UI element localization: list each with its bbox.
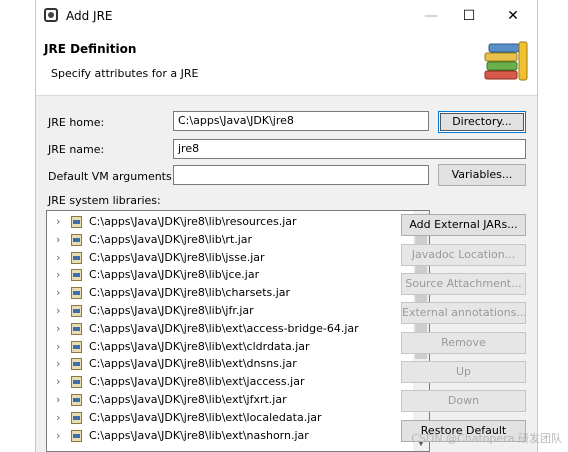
- library-item[interactable]: › C:\apps\Java\JDK\jre8\lib\rt.jar: [47, 231, 387, 249]
- jar-icon: [71, 251, 82, 264]
- javadoc-location-button[interactable]: Javadoc Location...: [401, 244, 526, 266]
- jar-icon: [71, 358, 82, 371]
- header-title: JRE Definition: [44, 42, 137, 56]
- library-path: C:\apps\Java\JDK\jre8\lib\jce.jar: [89, 268, 260, 282]
- jar-icon: [71, 233, 82, 246]
- jre-home-input[interactable]: C:\apps\Java\JDK\jre8: [173, 111, 429, 131]
- library-path: C:\apps\Java\JDK\jre8\lib\jsse.jar: [89, 250, 265, 264]
- title-bar: Add JRE — ☐ ✕: [36, 0, 537, 32]
- books-icon: [484, 41, 528, 81]
- maximize-button[interactable]: ☐: [454, 6, 484, 26]
- library-path: C:\apps\Java\JDK\jre8\lib\ext\access-bri…: [89, 321, 359, 335]
- expand-chevron-icon[interactable]: ›: [56, 391, 60, 409]
- library-item[interactable]: › C:\apps\Java\JDK\jre8\lib\jce.jar: [47, 266, 387, 284]
- up-button[interactable]: Up: [401, 361, 526, 383]
- expand-chevron-icon[interactable]: ›: [56, 266, 60, 284]
- expand-chevron-icon[interactable]: ›: [56, 320, 60, 338]
- library-path: C:\apps\Java\JDK\jre8\lib\ext\nashorn.ja…: [89, 428, 309, 442]
- library-path: C:\apps\Java\JDK\jre8\lib\charsets.jar: [89, 286, 291, 300]
- remove-button[interactable]: Remove: [401, 332, 526, 354]
- expand-chevron-icon[interactable]: ›: [56, 338, 60, 356]
- jar-icon: [71, 394, 82, 406]
- expand-chevron-icon[interactable]: ›: [56, 409, 60, 427]
- library-path: C:\apps\Java\JDK\jre8\lib\rt.jar: [89, 232, 253, 246]
- library-item[interactable]: › C:\apps\Java\JDK\jre8\lib\ext\jaccess.j…: [47, 373, 387, 391]
- expand-chevron-icon[interactable]: ›: [56, 302, 60, 320]
- expand-chevron-icon[interactable]: ›: [56, 284, 60, 302]
- jar-icon: [71, 376, 82, 389]
- jar-icon: [71, 305, 82, 317]
- library-path: C:\apps\Java\JDK\jre8\lib\resources.jar: [89, 215, 297, 228]
- jre-home-label: JRE home:: [48, 116, 105, 129]
- library-path: C:\apps\Java\JDK\jre8\lib\jfr.jar: [89, 304, 254, 317]
- library-path: C:\apps\Java\JDK\jre8\lib\ext\jaccess.ja…: [89, 375, 305, 389]
- expand-chevron-icon[interactable]: ›: [56, 249, 60, 267]
- header-subtitle: Specify attributes for a JRE: [51, 67, 199, 80]
- expand-chevron-icon[interactable]: ›: [56, 355, 60, 373]
- library-item[interactable]: › C:\apps\Java\JDK\jre8\lib\ext\jfxrt.jar: [47, 391, 387, 409]
- jre-name-input[interactable]: jre8: [173, 139, 526, 159]
- dialog-header: JRE Definition Specify attributes for a …: [36, 32, 537, 96]
- down-button[interactable]: Down: [401, 390, 526, 412]
- directory-button[interactable]: Directory...: [438, 111, 526, 133]
- jar-icon: [71, 322, 82, 335]
- source-attachment-button[interactable]: Source Attachment...: [401, 273, 526, 295]
- variables-button[interactable]: Variables...: [438, 164, 526, 186]
- library-item[interactable]: › C:\apps\Java\JDK\jre8\lib\jfr.jar: [47, 302, 387, 320]
- jar-icon: [71, 287, 82, 300]
- library-item[interactable]: › C:\apps\Java\JDK\jre8\lib\ext\access-br…: [47, 320, 387, 338]
- minimize-button[interactable]: —: [416, 6, 446, 26]
- close-button[interactable]: ✕: [498, 6, 528, 26]
- expand-chevron-icon[interactable]: ›: [56, 231, 60, 249]
- vm-arguments-input[interactable]: [173, 165, 429, 185]
- library-tree[interactable]: › C:\apps\Java\JDK\jre8\lib\resources.jar…: [46, 210, 430, 452]
- jar-icon: [71, 340, 82, 353]
- expand-chevron-icon[interactable]: ›: [56, 427, 60, 445]
- library-item[interactable]: › C:\apps\Java\JDK\jre8\lib\ext\nashorn.j…: [47, 427, 387, 445]
- watermark: CSDN @Chatopera 研发团队: [411, 432, 562, 445]
- library-item[interactable]: › C:\apps\Java\JDK\jre8\lib\jsse.jar: [47, 249, 387, 267]
- library-path: C:\apps\Java\JDK\jre8\lib\ext\localedata…: [89, 410, 322, 424]
- jar-icon: [71, 216, 82, 228]
- vm-arguments-label: Default VM arguments:: [48, 170, 176, 183]
- library-item[interactable]: › C:\apps\Java\JDK\jre8\lib\resources.jar: [47, 213, 387, 231]
- external-annotations-button[interactable]: External annotations...: [401, 302, 527, 324]
- library-path: C:\apps\Java\JDK\jre8\lib\ext\cldrdata.j…: [89, 339, 310, 353]
- add-external-jars-button[interactable]: Add External JARs...: [401, 214, 526, 236]
- library-path: C:\apps\Java\JDK\jre8\lib\ext\dnsns.jar: [89, 357, 297, 371]
- jar-icon: [71, 269, 82, 282]
- expand-chevron-icon[interactable]: ›: [56, 213, 60, 231]
- expand-chevron-icon[interactable]: ›: [56, 373, 60, 391]
- library-item[interactable]: › C:\apps\Java\JDK\jre8\lib\ext\dnsns.jar: [47, 355, 387, 373]
- library-item[interactable]: › C:\apps\Java\JDK\jre8\lib\charsets.jar: [47, 284, 387, 302]
- add-jre-dialog: Add JRE — ☐ ✕ JRE Definition Specify att…: [35, 0, 538, 452]
- window-title: Add JRE: [66, 9, 113, 23]
- library-path: C:\apps\Java\JDK\jre8\lib\ext\jfxrt.jar: [89, 393, 287, 406]
- jar-icon: [71, 411, 82, 424]
- jar-icon: [71, 429, 82, 442]
- library-item[interactable]: › C:\apps\Java\JDK\jre8\lib\ext\localedat…: [47, 409, 387, 427]
- jre-name-label: JRE name:: [48, 143, 105, 156]
- system-libraries-label: JRE system libraries:: [48, 194, 161, 207]
- eclipse-icon: [44, 8, 58, 22]
- library-item[interactable]: › C:\apps\Java\JDK\jre8\lib\ext\cldrdata.…: [47, 338, 387, 356]
